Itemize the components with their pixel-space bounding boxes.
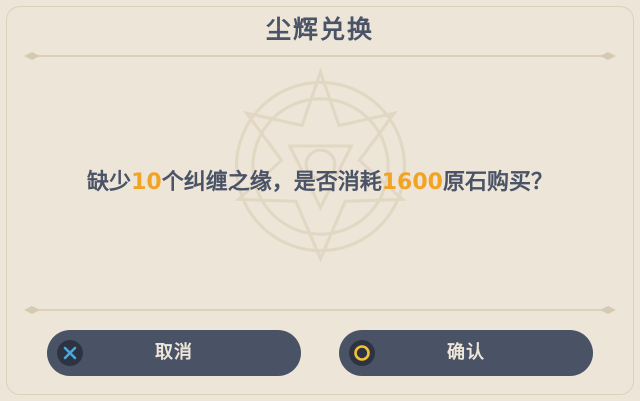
bottom-divider [24,306,616,314]
confirm-button-label: 确认 [447,342,485,363]
purchase-dialog: 尘辉兑换 缺少10个纠缠之缘，是否消耗1600原石购买？ 取消 确认 [0,0,640,401]
confirm-button[interactable]: 确认 [339,330,593,376]
dialog-message: 缺少10个纠缠之缘，是否消耗1600原石购买？ [0,163,640,203]
top-divider [24,52,616,60]
item-count: 10 [131,170,162,195]
primogem-cost: 1600 [381,170,443,195]
message-prefix: 缺少 [87,170,132,195]
message-item-text: 个纠缠之缘，是否消耗 [161,170,382,195]
cancel-button[interactable]: 取消 [47,330,301,376]
cancel-button-label: 取消 [155,342,193,363]
message-suffix: 原石购买？ [442,170,553,195]
dialog-title: 尘辉兑换 [265,15,374,44]
